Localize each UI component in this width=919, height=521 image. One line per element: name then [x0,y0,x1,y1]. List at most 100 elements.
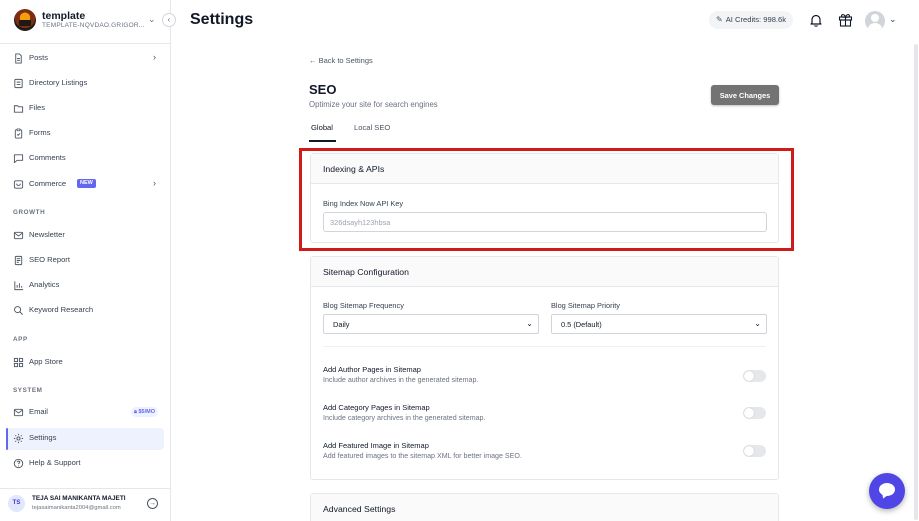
frequency-label: Blog Sitemap Frequency [323,301,404,310]
sidebar-item-label: Commerce [29,179,67,188]
frequency-value: Daily [333,320,350,329]
sparkle-icon: ✎ [716,15,723,24]
card-header: Indexing & APIs [311,154,778,184]
sidebar-item-label: Posts [29,53,48,62]
back-to-settings-link[interactable]: ← Back to Settings [309,56,373,65]
sidebar-item-files[interactable]: Files [6,98,164,120]
tab-local-seo[interactable]: Local SEO [354,123,390,132]
workspace-id: TEMPLATE-NQVDAO.GRIGOR... [42,22,145,29]
cart-icon [13,180,24,189]
card-title: Sitemap Configuration [323,267,409,277]
bar-chart-icon [14,281,24,291]
sidebar-item-comments[interactable]: Comments [6,148,164,170]
scrollbar[interactable] [914,44,918,520]
sidebar-item-directory-listings[interactable]: Directory Listings [6,73,164,95]
workspace-name: template [42,10,86,22]
section-subtitle: Optimize your site for search engines [309,100,438,109]
collapse-sidebar-button[interactable]: ‹ [162,13,176,27]
sidebar-item-label: Newsletter [29,230,65,239]
user-email: tejasaimanikanta2004@gmail.com [32,505,121,511]
sidebar-item-label: Keyword Research [29,305,94,314]
priority-label: Blog Sitemap Priority [551,301,621,310]
list-icon [14,78,23,89]
category-pages-toggle[interactable] [743,407,766,419]
sidebar-item-label: Settings [29,433,57,442]
search-icon [14,306,23,315]
priority-select[interactable]: 0.5 (Default) ⌄ [551,314,767,334]
grid-icon [13,357,24,368]
sidebar-item-label: Directory Listings [29,78,88,87]
bell-icon[interactable] [809,13,823,27]
sidebar-item-forms[interactable]: Forms [6,123,164,145]
save-changes-button[interactable]: Save Changes [711,85,779,105]
sidebar-item-analytics[interactable]: Analytics [6,275,164,297]
help-icon [13,458,24,469]
sidebar-item-settings[interactable]: Settings [6,428,164,450]
sidebar-item-keyword-research[interactable]: Keyword Research [6,300,164,322]
chevron-down-icon: ⌄ [754,319,761,328]
user-avatar[interactable]: TS [8,495,25,512]
mail-icon [13,231,24,240]
document-icon [15,53,22,64]
sidebar-item-posts[interactable]: Posts › [6,48,164,70]
card-title: Indexing & APIs [323,164,385,174]
frequency-select[interactable]: Daily ⌄ [323,314,539,334]
sidebar-item-label: Analytics [29,280,60,289]
price-badge: 🔒︎ $5/MO [131,407,158,417]
sidebar-item-help-support[interactable]: Help & Support [6,453,164,475]
featured-image-toggle[interactable] [743,445,766,457]
sidebar-item-email[interactable]: Email 🔒︎ $5/MO [6,402,164,424]
page-title: Settings [190,11,254,28]
sidebar-item-label: Comments [29,153,66,162]
sidebar-item-app-store[interactable]: App Store [6,352,164,374]
chevron-right-icon: › [153,52,156,62]
sidebar-item-newsletter[interactable]: Newsletter [6,225,164,247]
report-icon [14,255,23,266]
indexing-card: Indexing & APIs Bing Index Now API Key [310,153,779,243]
card-header: Sitemap Configuration [311,257,778,287]
section-label-growth: GROWTH [13,209,46,216]
divider [0,43,171,44]
author-pages-toggle[interactable] [743,370,766,382]
divider [323,346,766,347]
toggle-title: Add Category Pages in Sitemap [323,403,430,412]
lock-icon: 🔒︎ [134,409,137,415]
section-label-system: SYSTEM [13,387,43,394]
ai-credits-badge[interactable]: ✎ AI Credits: 998.6k [709,11,794,29]
priority-value: 0.5 (Default) [561,320,602,329]
advanced-settings-card: Advanced Settings [310,493,779,521]
workspace-switcher[interactable]: template TEMPLATE-NQVDAO.GRIGOR... ⌄ [14,9,164,33]
divider [0,488,171,489]
sidebar-item-label: Email [29,407,48,416]
clipboard-icon [14,128,23,139]
bing-api-key-input[interactable] [323,212,767,232]
sidebar-item-commerce[interactable]: Commerce NEW › [6,174,164,196]
sidebar-item-label: Help & Support [29,458,81,467]
chevron-right-icon: › [153,178,156,188]
sidebar-item-seo-report[interactable]: SEO Report [6,250,164,272]
workspace-logo [14,9,36,31]
chat-support-button[interactable] [869,473,905,509]
chevron-down-icon: ⌄ [148,14,156,24]
card-header: Advanced Settings [311,494,778,521]
card-title: Advanced Settings [323,504,396,514]
sidebar-item-label: Forms [29,128,51,137]
tab-global[interactable]: Global [311,123,333,132]
chat-bubble-icon [13,154,24,164]
folder-icon [13,105,24,113]
chevron-down-icon[interactable]: ⌄ [889,14,897,25]
sitemap-card: Sitemap Configuration Blog Sitemap Frequ… [310,256,779,480]
section-title: SEO [309,82,337,97]
mail-icon [13,408,24,417]
logout-icon[interactable]: → [147,498,158,509]
bing-api-key-label: Bing Index Now API Key [323,199,404,208]
profile-avatar[interactable] [865,11,885,31]
gift-icon[interactable] [838,12,853,27]
active-tab-indicator [309,140,336,142]
new-badge: NEW [77,179,96,188]
sidebar-item-label: SEO Report [29,255,70,264]
chevron-down-icon: ⌄ [526,319,533,328]
toggle-title: Add Featured Image in Sitemap [323,441,429,450]
toggle-title: Add Author Pages in Sitemap [323,365,421,374]
toggle-description: Include author archives in the generated… [323,376,479,384]
